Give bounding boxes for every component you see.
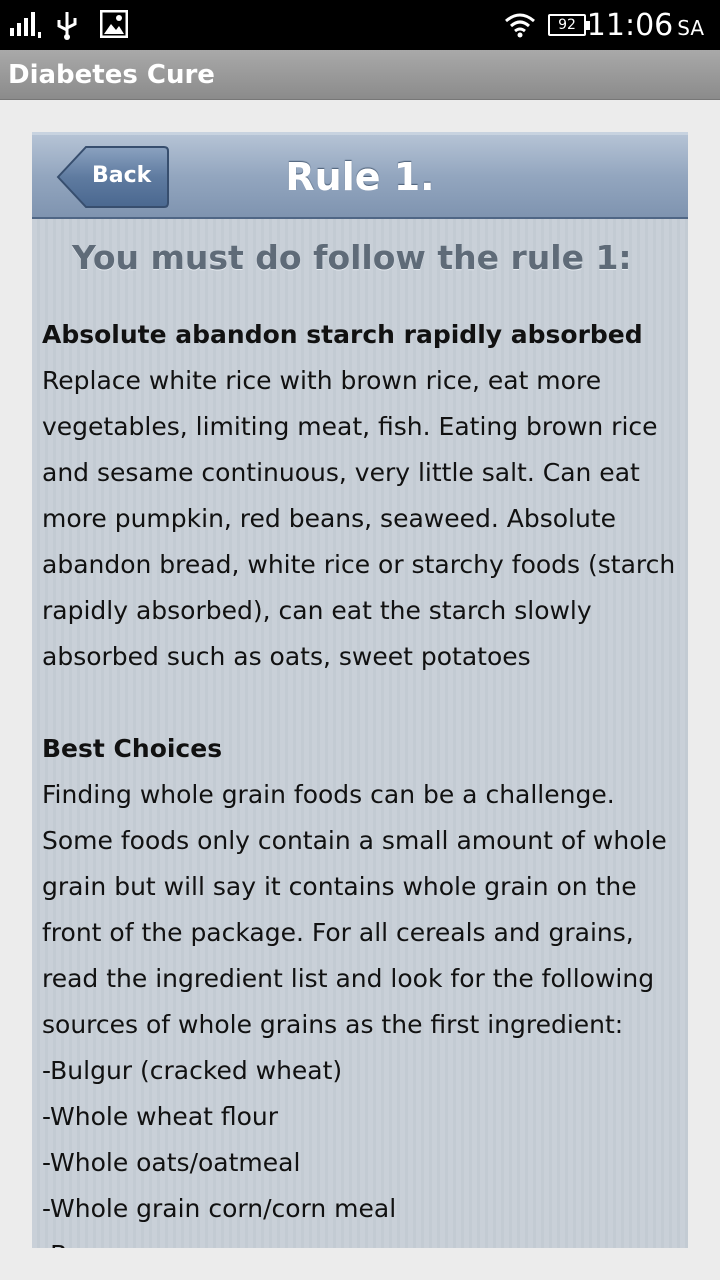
image-icon (99, 9, 129, 43)
page-title: Rule 1. (285, 155, 435, 199)
list-item: -Bulgur (cracked wheat) (42, 1056, 343, 1085)
list-item: -Whole oats/oatmeal (42, 1148, 301, 1177)
battery-icon: 92 (548, 14, 590, 36)
status-bar: 92 11:06 SA (0, 0, 720, 50)
wifi-icon (504, 12, 536, 43)
article-body: Absolute abandon starch rapidly absorbed… (42, 312, 682, 1248)
list-item: -Whole wheat flour (42, 1102, 279, 1131)
signal-icon (10, 10, 44, 43)
rule-subheading: You must do follow the rule 1: (72, 238, 632, 277)
clock-ampm: SA (677, 16, 704, 40)
usb-icon (54, 10, 80, 45)
list-item: -Whole grain corn/corn meal (42, 1194, 397, 1223)
navigation-bar: Back Rule 1. (32, 132, 688, 219)
list-item: -B (42, 1232, 682, 1248)
app-bar: Diabetes Cure (0, 50, 720, 100)
section-title: Absolute abandon starch rapidly absorbed (42, 320, 643, 349)
clock-time: 11:06 (586, 8, 674, 43)
content-panel[interactable]: Back Rule 1. You must do follow the rule… (32, 132, 688, 1248)
section-body: Finding whole grain foods can be a chall… (42, 780, 667, 1039)
clock: 11:06 SA (587, 8, 704, 43)
section-body: Replace white rice with brown rice, eat … (42, 366, 676, 671)
app-title: Diabetes Cure (8, 60, 215, 90)
section-title: Best Choices (42, 734, 223, 763)
